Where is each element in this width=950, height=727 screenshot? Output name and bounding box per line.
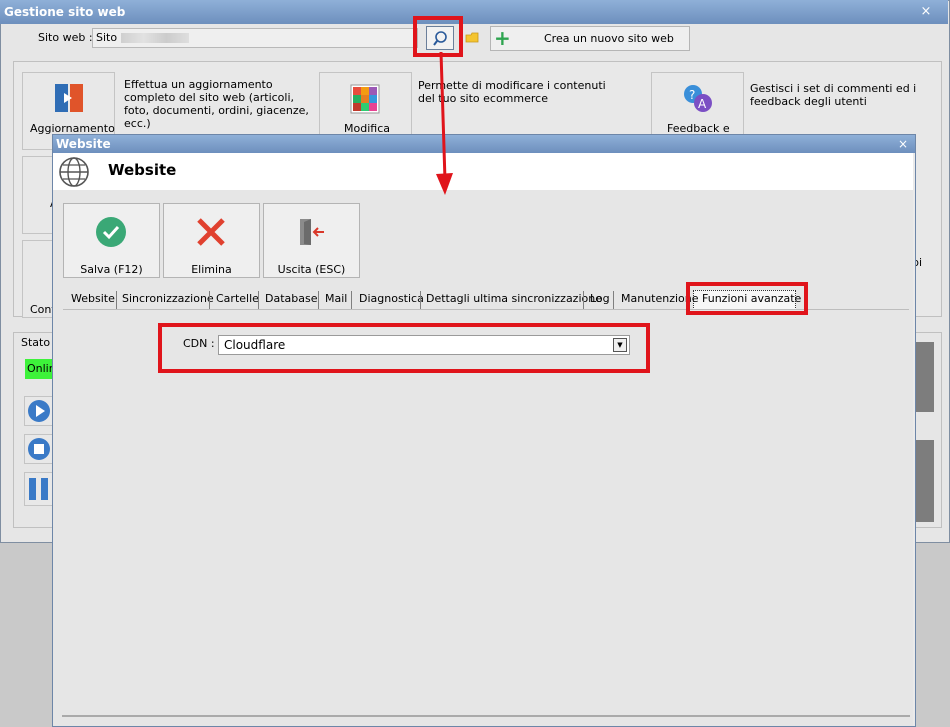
open-folder-button[interactable] [462, 26, 486, 50]
dialog-title: Website [53, 135, 915, 153]
edit-content-icon [350, 84, 380, 114]
feedback-icon: ? A [684, 85, 712, 112]
aggiornamento-description: Effettua un aggiornamento completo del s… [124, 78, 309, 130]
tab-database[interactable]: Database [265, 292, 318, 305]
left-tile-3[interactable]: Conf [22, 240, 55, 318]
tab-separator [351, 291, 352, 309]
globe-icon [59, 157, 89, 187]
tab-mail[interactable]: Mail [325, 292, 347, 305]
svg-text:A: A [698, 97, 707, 111]
main-window-title: Gestione sito web [0, 0, 948, 24]
redacted-text [121, 33, 190, 43]
status-label: Stato [21, 336, 51, 349]
svg-text:?: ? [689, 88, 695, 102]
left-tile-2[interactable]: A [22, 156, 58, 234]
dialog-heading: Website [108, 161, 177, 179]
feedback-description: Gestisci i set di commenti ed i feedback… [750, 82, 917, 108]
plus-icon: + [494, 26, 511, 50]
tab-cartelle[interactable]: Cartelle [216, 292, 259, 305]
exit-label: Uscita (ESC) [277, 263, 346, 276]
tab-separator [116, 291, 117, 309]
tab-log[interactable]: Log [590, 292, 610, 305]
delete-x-icon [197, 218, 225, 246]
start-button[interactable] [24, 396, 54, 426]
delete-label: Elimina [191, 263, 232, 276]
tab-separator [258, 291, 259, 309]
site-field[interactable]: Sito [92, 28, 418, 48]
pause-button[interactable] [24, 472, 54, 506]
tab-separator [420, 291, 421, 309]
dialog-close-icon[interactable]: × [896, 137, 910, 151]
exit-door-icon [300, 219, 324, 245]
site-field-value: Sito [96, 31, 118, 44]
tab-website[interactable]: Website [71, 292, 115, 305]
tab-separator [583, 291, 584, 309]
update-icon [55, 84, 83, 112]
stop-button[interactable] [24, 434, 54, 464]
tab-separator [613, 291, 614, 309]
tab-highlight-box [686, 282, 808, 315]
dialog-bottom-divider [62, 715, 910, 717]
tab-dettagli-sincronizzazione[interactable]: Dettagli ultima sincronizzazione [426, 292, 602, 305]
tab-separator [209, 291, 210, 309]
play-icon [28, 400, 50, 422]
main-window-close-icon[interactable]: × [916, 4, 936, 20]
tab-sincronizzazione[interactable]: Sincronizzazione [122, 292, 214, 305]
check-icon [96, 217, 126, 247]
new-site-label: Crea un nuovo sito web [544, 32, 674, 45]
pause-icon [29, 478, 48, 500]
save-label: Salva (F12) [80, 263, 143, 276]
cdn-highlight-box [158, 323, 650, 373]
tab-diagnostica[interactable]: Diagnostica [359, 292, 424, 305]
stop-icon [28, 438, 50, 460]
dialog-header [53, 153, 913, 190]
annotation-arrow-icon [436, 51, 453, 195]
site-label: Sito web : [38, 31, 93, 44]
folder-icon [465, 32, 479, 43]
tab-separator [318, 291, 319, 309]
status-badge: Onlin [25, 359, 56, 379]
